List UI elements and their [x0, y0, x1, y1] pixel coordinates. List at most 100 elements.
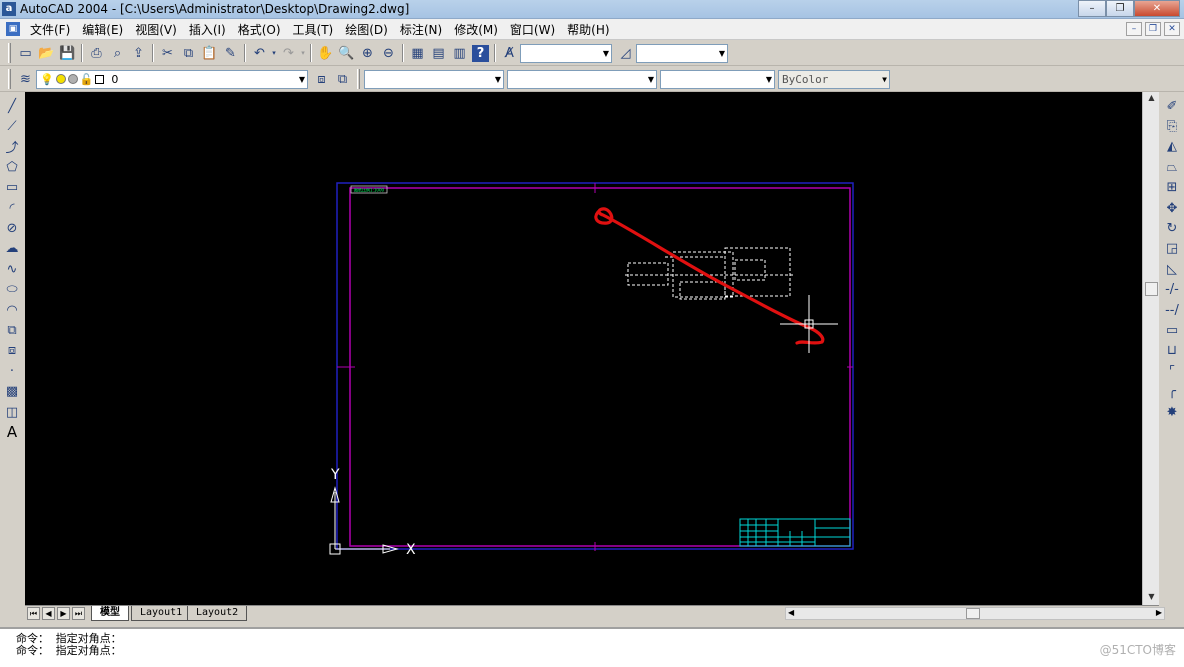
- new-file-icon[interactable]: ▭: [15, 43, 36, 64]
- autocad-app-icon[interactable]: a: [2, 2, 16, 16]
- menu-draw[interactable]: 绘图(D): [339, 21, 394, 38]
- plot-style-combo[interactable]: ByColor ▼: [778, 69, 890, 89]
- polyline-icon[interactable]: ⤴: [1, 137, 23, 157]
- next-tab-icon[interactable]: ▶: [57, 607, 70, 620]
- toolbar-grip[interactable]: [8, 43, 11, 63]
- restore-button[interactable]: ❐: [1106, 0, 1134, 17]
- layer-lock-icon[interactable]: 🔓: [80, 71, 94, 88]
- doc-restore-button[interactable]: ❐: [1145, 22, 1161, 36]
- tab-layout2[interactable]: Layout2: [187, 606, 248, 621]
- scroll-down-arrow-icon[interactable]: ▼: [1145, 592, 1158, 604]
- close-button[interactable]: ✕: [1134, 0, 1180, 17]
- dimension-style-icon[interactable]: ◿: [615, 43, 636, 64]
- drawing-canvas[interactable]: 图纸比例1:1000 Y X: [25, 92, 1142, 605]
- menu-file[interactable]: 文件(F): [24, 21, 76, 38]
- array-icon[interactable]: ⊞: [1161, 178, 1183, 198]
- zoom-realtime-icon[interactable]: 🔍: [336, 43, 357, 64]
- menu-tools[interactable]: 工具(T): [287, 21, 340, 38]
- region-icon[interactable]: ◫: [1, 402, 23, 422]
- layer-manager-icon[interactable]: ≋: [15, 69, 36, 90]
- menu-help[interactable]: 帮助(H): [561, 21, 615, 38]
- erase-icon[interactable]: ✐: [1161, 96, 1183, 116]
- scroll-left-arrow-icon[interactable]: ◀: [788, 608, 794, 617]
- menu-edit[interactable]: 编辑(E): [76, 21, 129, 38]
- insert-block-icon[interactable]: ⧉: [1, 320, 23, 340]
- toolbar-grip[interactable]: [8, 69, 11, 89]
- polygon-icon[interactable]: ⬠: [1, 157, 23, 177]
- cut-icon[interactable]: ✂: [157, 43, 178, 64]
- design-center-icon[interactable]: ▤: [428, 43, 449, 64]
- linetype-control-combo[interactable]: ▼: [507, 69, 657, 89]
- command-window[interactable]: 命令： 指定对角点： 命令： 指定对角点： @51CTO博客: [0, 627, 1184, 667]
- offset-icon[interactable]: ⏢: [1161, 157, 1183, 177]
- chamfer-icon[interactable]: ⌜: [1161, 361, 1183, 381]
- point-icon[interactable]: ·: [1, 361, 23, 381]
- copy-icon[interactable]: ⧉: [178, 43, 199, 64]
- tool-palettes-icon[interactable]: ▥: [449, 43, 470, 64]
- multiline-text-icon[interactable]: A: [1, 422, 23, 442]
- scroll-up-arrow-icon[interactable]: ▲: [1145, 93, 1158, 105]
- horizontal-scrollbar[interactable]: ◀ ▶: [785, 607, 1165, 620]
- redo-icon[interactable]: ↷: [278, 43, 299, 64]
- text-style-combo[interactable]: ▼: [520, 43, 612, 63]
- match-properties-icon[interactable]: ✎: [220, 43, 241, 64]
- line-icon[interactable]: ╱: [1, 96, 23, 116]
- text-style-icon[interactable]: A̸: [499, 43, 520, 64]
- circle-icon[interactable]: ⊘: [1, 218, 23, 238]
- doc-minimize-button[interactable]: –: [1126, 22, 1142, 36]
- layer-color-swatch[interactable]: [95, 74, 105, 84]
- print-icon[interactable]: ⎙: [86, 43, 107, 64]
- first-tab-icon[interactable]: ⏮: [27, 607, 40, 620]
- menu-modify[interactable]: 修改(M): [448, 21, 504, 38]
- last-tab-icon[interactable]: ⏭: [72, 607, 85, 620]
- extend-icon[interactable]: --/: [1161, 300, 1183, 320]
- trim-icon[interactable]: -/-: [1161, 280, 1183, 300]
- publish-icon[interactable]: ⇪: [128, 43, 149, 64]
- spline-icon[interactable]: ∿: [1, 259, 23, 279]
- tab-model[interactable]: 模型: [91, 606, 129, 621]
- horizontal-scroll-thumb[interactable]: [966, 608, 980, 619]
- properties-icon[interactable]: ▦: [407, 43, 428, 64]
- explode-icon[interactable]: ✸: [1161, 402, 1183, 422]
- make-object-layer-current-icon[interactable]: ⧈: [311, 69, 332, 90]
- dimension-style-combo[interactable]: ▼: [636, 43, 728, 63]
- tab-layout1[interactable]: Layout1: [131, 606, 192, 621]
- vertical-scroll-thumb[interactable]: [1145, 282, 1158, 296]
- fillet-icon[interactable]: ╭: [1161, 381, 1183, 401]
- redo-dropdown-icon[interactable]: ▾: [299, 43, 307, 64]
- pan-realtime-icon[interactable]: ✋: [315, 43, 336, 64]
- menu-insert[interactable]: 插入(I): [183, 21, 232, 38]
- document-icon[interactable]: ▣: [6, 22, 20, 36]
- stretch-icon[interactable]: ◺: [1161, 259, 1183, 279]
- layer-previous-icon[interactable]: ⧉: [332, 69, 353, 90]
- break-icon[interactable]: ⊔: [1161, 341, 1183, 361]
- save-icon[interactable]: 💾: [57, 43, 78, 64]
- zoom-previous-icon[interactable]: ⊖: [378, 43, 399, 64]
- break-at-point-icon[interactable]: ▭: [1161, 320, 1183, 340]
- ellipse-arc-icon[interactable]: ◠: [1, 300, 23, 320]
- make-block-icon[interactable]: ⧈: [1, 341, 23, 361]
- layer-viewport-freeze-icon[interactable]: [67, 74, 78, 84]
- scroll-right-arrow-icon[interactable]: ▶: [1156, 608, 1162, 617]
- menu-view[interactable]: 视图(V): [129, 21, 183, 38]
- vertical-scrollbar[interactable]: ▲ ▼: [1142, 92, 1159, 605]
- menu-dimension[interactable]: 标注(N): [394, 21, 448, 38]
- revision-cloud-icon[interactable]: ☁: [1, 239, 23, 259]
- layer-thaw-sun-icon[interactable]: [55, 74, 66, 84]
- hatch-icon[interactable]: ▩: [1, 381, 23, 401]
- title-block[interactable]: [739, 518, 851, 547]
- doc-close-button[interactable]: ✕: [1164, 22, 1180, 36]
- menu-format[interactable]: 格式(O): [232, 21, 287, 38]
- rotate-icon[interactable]: ↻: [1161, 218, 1183, 238]
- layer-on-bulb-icon[interactable]: 💡: [40, 71, 54, 88]
- open-file-icon[interactable]: 📂: [36, 43, 57, 64]
- paste-icon[interactable]: 📋: [199, 43, 220, 64]
- undo-dropdown-icon[interactable]: ▾: [270, 43, 278, 64]
- help-icon[interactable]: ?: [472, 44, 489, 62]
- zoom-window-icon[interactable]: ⊕: [357, 43, 378, 64]
- ellipse-icon[interactable]: ⬭: [1, 280, 23, 300]
- construction-line-icon[interactable]: ⟋: [1, 116, 23, 136]
- minimize-button[interactable]: –: [1078, 0, 1106, 17]
- mirror-icon[interactable]: ◭: [1161, 137, 1183, 157]
- rectangle-icon[interactable]: ▭: [1, 178, 23, 198]
